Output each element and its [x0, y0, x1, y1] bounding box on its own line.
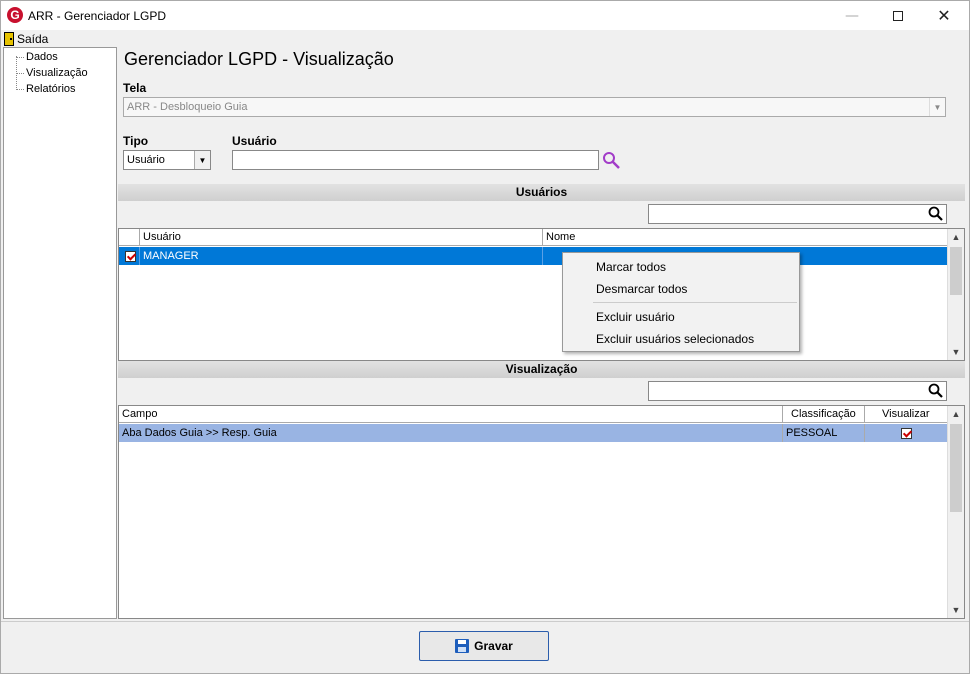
- menu-separator: [593, 302, 797, 303]
- column-header-classificacao[interactable]: Classificação: [783, 406, 865, 423]
- door-exit-icon: [4, 31, 14, 46]
- floppy-disk-icon: [455, 639, 470, 653]
- footer-divider: [0, 621, 970, 622]
- scroll-up-icon[interactable]: ▲: [948, 406, 964, 422]
- usuarios-filter-input[interactable]: [648, 204, 947, 224]
- usuario-input[interactable]: [232, 150, 599, 170]
- usuarios-scrollbar[interactable]: ▲ ▼: [947, 229, 964, 360]
- sidebar-item-relatorios[interactable]: Relatórios: [26, 83, 76, 95]
- maximize-button[interactable]: [875, 1, 921, 31]
- tree-connector: [16, 57, 24, 58]
- visualizacao-scrollbar[interactable]: ▲ ▼: [947, 406, 964, 618]
- tipo-select-value: Usuário: [127, 154, 165, 166]
- tela-select[interactable]: ARR - Desbloqueio Guia ▼: [123, 97, 946, 117]
- title-bar: G ARR - Gerenciador LGPD — ✕: [0, 0, 970, 30]
- window-title: ARR - Gerenciador LGPD: [28, 9, 167, 23]
- tree-connector: [16, 73, 24, 74]
- menu-item-marcar-todos[interactable]: Marcar todos: [596, 260, 666, 274]
- visualizacao-filter-input[interactable]: [648, 381, 947, 401]
- search-icon[interactable]: [928, 383, 944, 399]
- visualizacao-grid-header: Campo Classificação Visualizar: [119, 406, 947, 423]
- scrollbar-thumb[interactable]: [950, 424, 962, 512]
- maximize-icon: [893, 11, 903, 21]
- search-icon: [603, 152, 620, 169]
- usuarios-grid: Usuário Nome MANAGER ▲ ▼: [118, 228, 965, 361]
- row-checkbox-cell[interactable]: [119, 247, 140, 265]
- app-logo-icon: G: [7, 7, 23, 23]
- chevron-down-icon[interactable]: ▼: [194, 151, 210, 169]
- close-button[interactable]: ✕: [921, 1, 967, 31]
- menu-item-excluir-selecionados[interactable]: Excluir usuários selecionados: [596, 332, 754, 346]
- visualizar-checkbox[interactable]: [900, 427, 912, 439]
- usuarios-section-header: Usuários: [118, 184, 965, 201]
- row-checkbox[interactable]: [125, 250, 136, 262]
- menu-item-saida[interactable]: Saída: [4, 31, 48, 46]
- menu-bar: Saída: [0, 30, 970, 47]
- chevron-down-icon[interactable]: ▼: [929, 98, 945, 116]
- column-header-check: [119, 229, 140, 246]
- menu-item-excluir-usuario[interactable]: Excluir usuário: [596, 310, 675, 324]
- table-row[interactable]: Aba Dados Guia >> Resp. Guia PESSOAL: [119, 424, 947, 442]
- save-button-label: Gravar: [474, 639, 513, 653]
- visualizacao-section-header: Visualização: [118, 361, 965, 378]
- table-row[interactable]: MANAGER: [119, 247, 947, 265]
- tela-label: Tela: [123, 81, 147, 95]
- visualizacao-grid: Campo Classificação Visualizar Aba Dados…: [118, 405, 965, 619]
- usuario-label: Usuário: [232, 134, 277, 148]
- menu-item-label: Saída: [17, 31, 49, 46]
- usuarios-grid-header: Usuário Nome: [119, 229, 947, 246]
- column-header-campo[interactable]: Campo: [119, 406, 783, 423]
- sidebar-item-dados[interactable]: Dados: [26, 51, 58, 63]
- tipo-select[interactable]: Usuário ▼: [123, 150, 211, 170]
- minimize-button[interactable]: —: [829, 1, 875, 31]
- visualizar-cell[interactable]: [865, 424, 947, 442]
- column-header-nome[interactable]: Nome: [543, 229, 947, 246]
- menu-item-desmarcar-todos[interactable]: Desmarcar todos: [596, 282, 687, 296]
- sidebar-tree: Dados Visualização Relatórios: [3, 47, 117, 619]
- tela-select-value: ARR - Desbloqueio Guia: [127, 101, 248, 113]
- context-menu: Marcar todos Desmarcar todos Excluir usu…: [562, 252, 800, 352]
- sidebar-item-visualizacao[interactable]: Visualização: [26, 67, 88, 79]
- search-user-button[interactable]: [602, 151, 622, 169]
- tree-connector: [16, 89, 24, 90]
- scroll-down-icon[interactable]: ▼: [948, 344, 964, 360]
- scroll-down-icon[interactable]: ▼: [948, 602, 964, 618]
- scrollbar-thumb[interactable]: [950, 247, 962, 295]
- campo-cell: Aba Dados Guia >> Resp. Guia: [119, 424, 783, 442]
- classificacao-cell: PESSOAL: [783, 424, 865, 442]
- search-icon[interactable]: [928, 206, 944, 222]
- save-button[interactable]: Gravar: [419, 631, 549, 661]
- scroll-up-icon[interactable]: ▲: [948, 229, 964, 245]
- column-header-usuario[interactable]: Usuário: [140, 229, 543, 246]
- usuario-cell: MANAGER: [140, 247, 543, 265]
- column-header-visualizar[interactable]: Visualizar: [865, 406, 947, 423]
- page-title: Gerenciador LGPD - Visualização: [124, 49, 394, 69]
- tipo-label: Tipo: [123, 134, 149, 148]
